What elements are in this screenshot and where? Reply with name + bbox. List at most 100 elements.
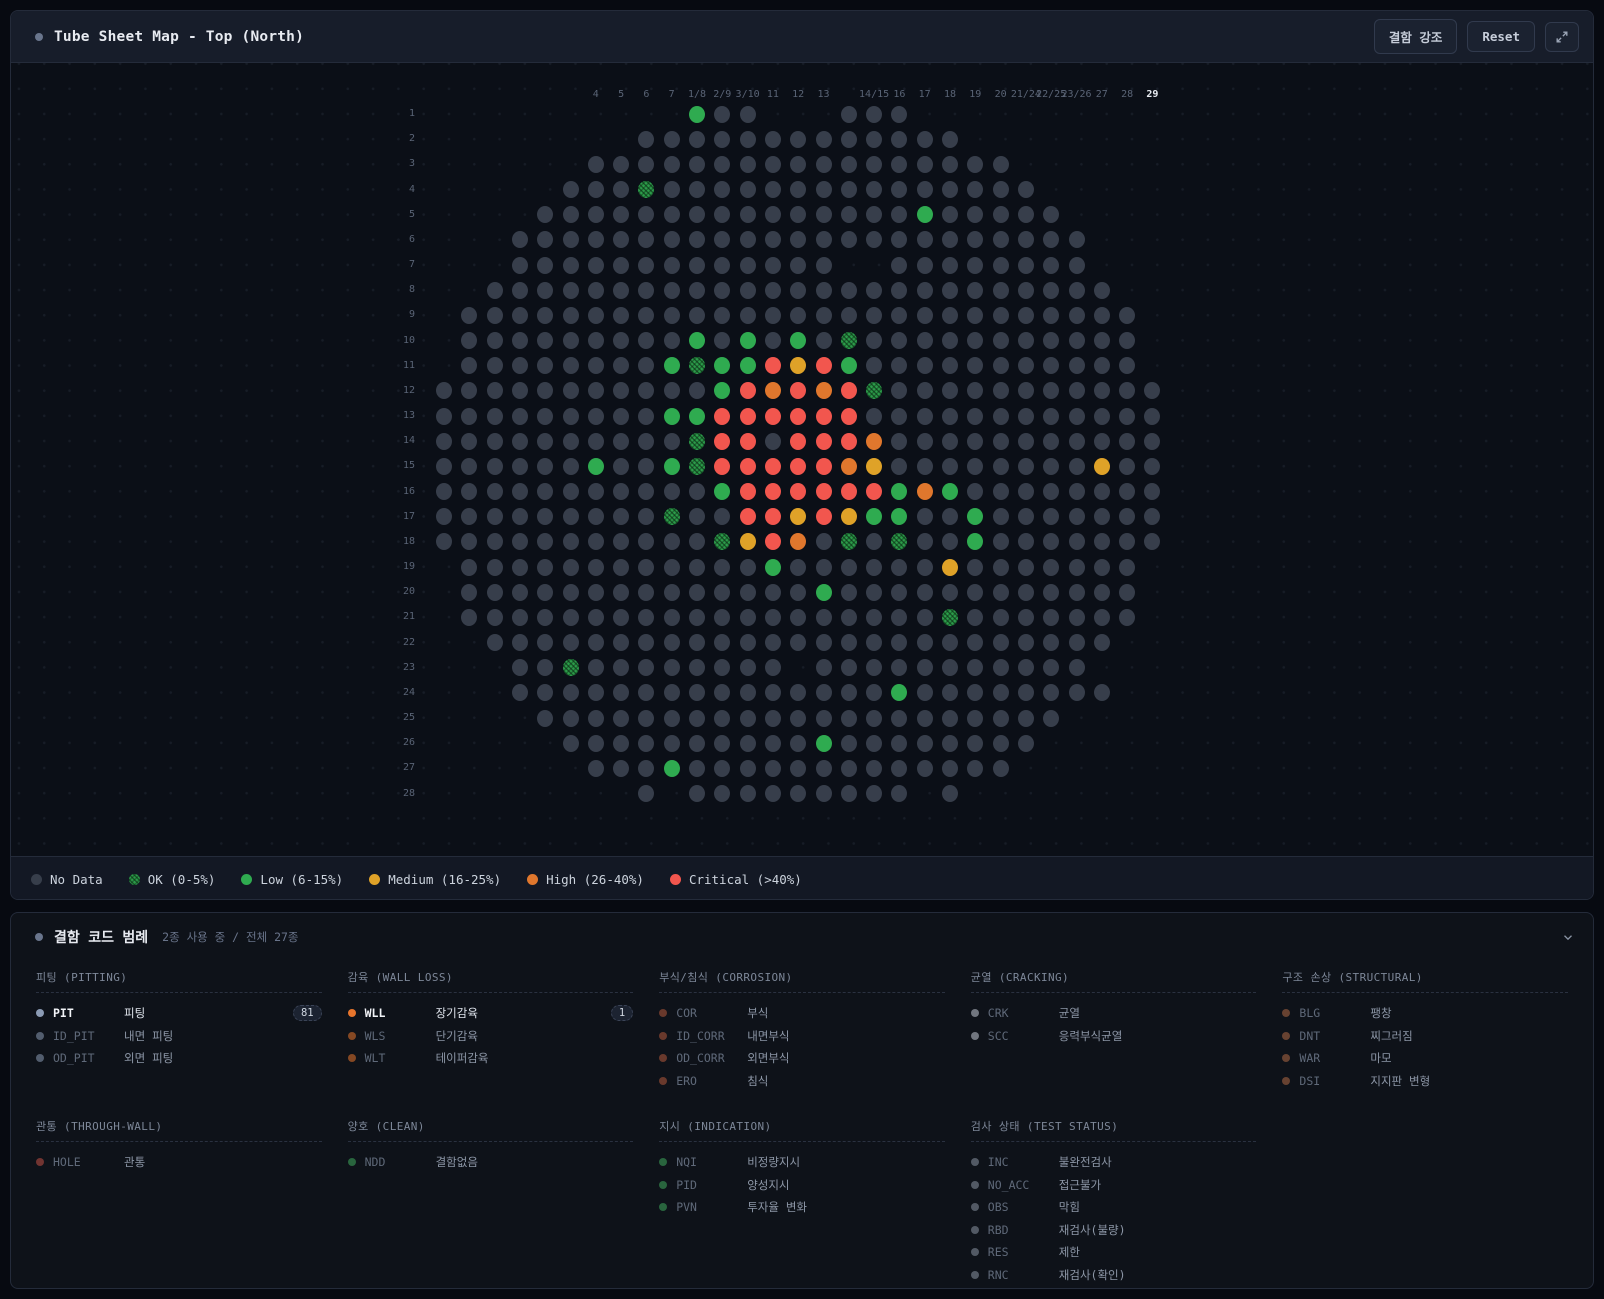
tube-dot[interactable] — [765, 559, 781, 576]
tube-dot[interactable] — [638, 257, 654, 274]
tube-dot[interactable] — [487, 408, 503, 425]
tube-dot[interactable] — [790, 332, 806, 349]
tube-dot[interactable] — [588, 257, 604, 274]
defect-code-item[interactable]: BLG팽창 — [1282, 1002, 1568, 1025]
tube-dot[interactable] — [1094, 533, 1110, 550]
tube-dot[interactable] — [1119, 508, 1135, 525]
tube-dot[interactable] — [638, 710, 654, 727]
tube-dot[interactable] — [664, 382, 680, 399]
tube-dot[interactable] — [1069, 382, 1085, 399]
tube-dot[interactable] — [967, 609, 983, 626]
tube-dot[interactable] — [740, 710, 756, 727]
tube-dot[interactable] — [967, 559, 983, 576]
tube-dot[interactable] — [740, 257, 756, 274]
tube-dot[interactable] — [714, 231, 730, 248]
tube-dot[interactable] — [689, 760, 705, 777]
tube-dot[interactable] — [866, 408, 882, 425]
tube-dot[interactable] — [765, 131, 781, 148]
tube-dot[interactable] — [512, 533, 528, 550]
tube-dot[interactable] — [765, 760, 781, 777]
tube-dot[interactable] — [1018, 710, 1034, 727]
tube-dot[interactable] — [1018, 634, 1034, 651]
tube-dot[interactable] — [765, 307, 781, 324]
tube-dot[interactable] — [765, 257, 781, 274]
tube-dot[interactable] — [588, 710, 604, 727]
tube-dot[interactable] — [866, 131, 882, 148]
defect-code-item[interactable]: OD_CORR외면부식 — [659, 1047, 945, 1070]
tube-dot[interactable] — [765, 533, 781, 550]
tube-dot[interactable] — [512, 332, 528, 349]
tube-dot[interactable] — [664, 131, 680, 148]
tube-dot[interactable] — [740, 231, 756, 248]
tube-dot[interactable] — [1043, 483, 1059, 500]
tube-dot[interactable] — [1119, 357, 1135, 374]
tube-dot[interactable] — [866, 307, 882, 324]
tube-dot[interactable] — [512, 282, 528, 299]
tube-dot[interactable] — [714, 710, 730, 727]
tube-dot[interactable] — [740, 684, 756, 701]
tube-dot[interactable] — [765, 458, 781, 475]
tube-dot[interactable] — [689, 282, 705, 299]
tube-dot[interactable] — [638, 559, 654, 576]
tube-dot[interactable] — [942, 257, 958, 274]
tube-dot[interactable] — [740, 458, 756, 475]
tube-dot[interactable] — [563, 508, 579, 525]
tube-dot[interactable] — [436, 508, 452, 525]
collapse-chevron-icon[interactable] — [1561, 930, 1575, 944]
tube-dot[interactable] — [917, 483, 933, 500]
tube-dot[interactable] — [563, 206, 579, 223]
tube-dot[interactable] — [942, 483, 958, 500]
tube-dot[interactable] — [613, 382, 629, 399]
tube-dot[interactable] — [638, 357, 654, 374]
tube-dot[interactable] — [790, 533, 806, 550]
tube-dot[interactable] — [1043, 382, 1059, 399]
tube-dot[interactable] — [942, 684, 958, 701]
tube-dot[interactable] — [613, 634, 629, 651]
tube-dot[interactable] — [537, 710, 553, 727]
tube-dot[interactable] — [866, 231, 882, 248]
tube-dot[interactable] — [891, 106, 907, 123]
tube-dot[interactable] — [714, 533, 730, 550]
tube-dot[interactable] — [588, 282, 604, 299]
tube-dot[interactable] — [461, 533, 477, 550]
tube-dot[interactable] — [917, 659, 933, 676]
tube-dot[interactable] — [841, 533, 857, 550]
tube-dot[interactable] — [689, 206, 705, 223]
tube-dot[interactable] — [1069, 408, 1085, 425]
tube-dot[interactable] — [1043, 357, 1059, 374]
tube-dot[interactable] — [512, 433, 528, 450]
tube-dot[interactable] — [917, 332, 933, 349]
tube-dot[interactable] — [537, 508, 553, 525]
tube-dot[interactable] — [866, 659, 882, 676]
tube-dot[interactable] — [487, 483, 503, 500]
tube-dot[interactable] — [740, 408, 756, 425]
tube-dot[interactable] — [1144, 433, 1160, 450]
tube-dot[interactable] — [841, 206, 857, 223]
tube-dot[interactable] — [790, 458, 806, 475]
tube-dot[interactable] — [891, 785, 907, 802]
tube-dot[interactable] — [664, 282, 680, 299]
tube-dot[interactable] — [967, 735, 983, 752]
tube-dot[interactable] — [714, 332, 730, 349]
tube-dot[interactable] — [537, 433, 553, 450]
tube-dot[interactable] — [689, 634, 705, 651]
tube-dot[interactable] — [1094, 584, 1110, 601]
tube-dot[interactable] — [993, 584, 1009, 601]
tube-dot[interactable] — [942, 156, 958, 173]
tube-dot[interactable] — [714, 282, 730, 299]
tube-dot[interactable] — [664, 483, 680, 500]
tube-dot[interactable] — [942, 206, 958, 223]
tube-dot[interactable] — [664, 634, 680, 651]
tube-dot[interactable] — [1144, 408, 1160, 425]
tube-dot[interactable] — [942, 760, 958, 777]
defect-code-item[interactable]: ERO침식 — [659, 1070, 945, 1093]
defect-code-item[interactable]: NO_ACC접근불가 — [971, 1174, 1257, 1197]
tube-dot[interactable] — [816, 307, 832, 324]
tube-dot[interactable] — [917, 282, 933, 299]
tube-dot[interactable] — [891, 559, 907, 576]
tube-dot[interactable] — [917, 206, 933, 223]
tube-dot[interactable] — [816, 131, 832, 148]
tube-dot[interactable] — [841, 181, 857, 198]
tube-dot[interactable] — [891, 433, 907, 450]
tube-dot[interactable] — [689, 483, 705, 500]
